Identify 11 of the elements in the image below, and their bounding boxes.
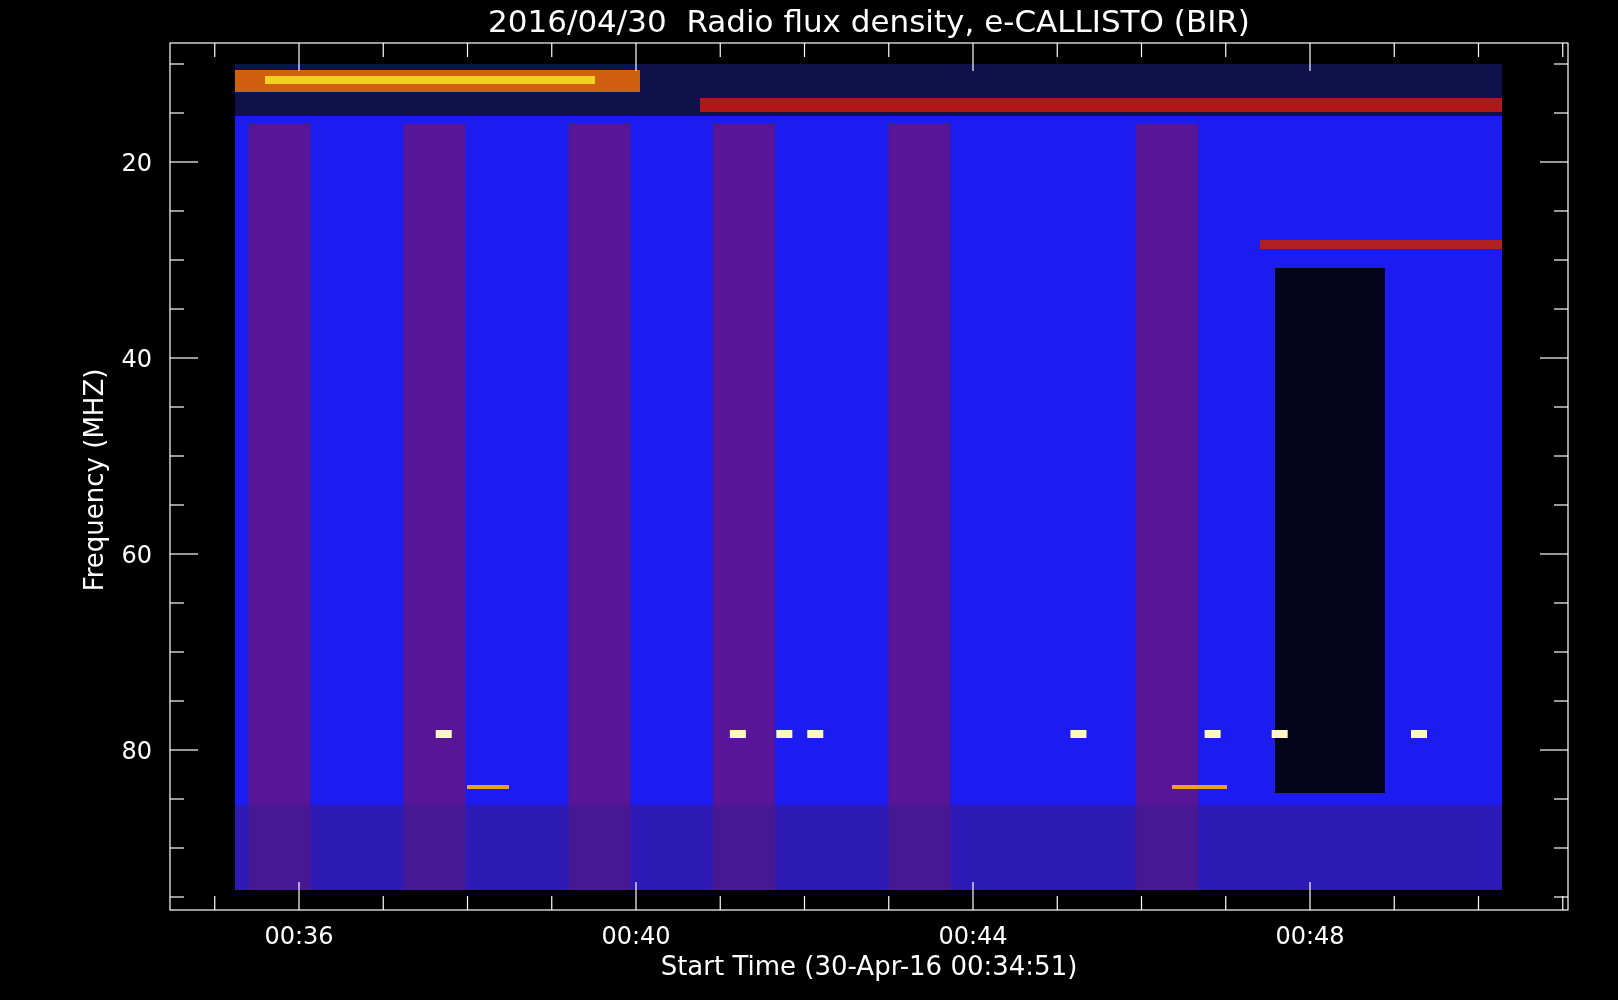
y-tick-label: 20	[121, 149, 152, 177]
y-tick-label: 40	[121, 345, 152, 373]
x-tick-label: 00:48	[1275, 922, 1345, 950]
y-tick-label: 60	[121, 541, 152, 569]
x-tick-label: 00:44	[938, 922, 1008, 950]
chart-title: 2016/04/30 Radio flux density, e-CALLISTO (BIR)	[488, 3, 1250, 39]
y-tick-label: 80	[121, 737, 152, 765]
y-axis-label: Frequency (MHZ)	[79, 368, 109, 592]
x-axis-label: Start Time (30-Apr-16 00:34:51)	[660, 951, 1078, 981]
x-tick-label: 00:40	[601, 922, 671, 950]
x-tick-label: 00:36	[264, 922, 334, 950]
